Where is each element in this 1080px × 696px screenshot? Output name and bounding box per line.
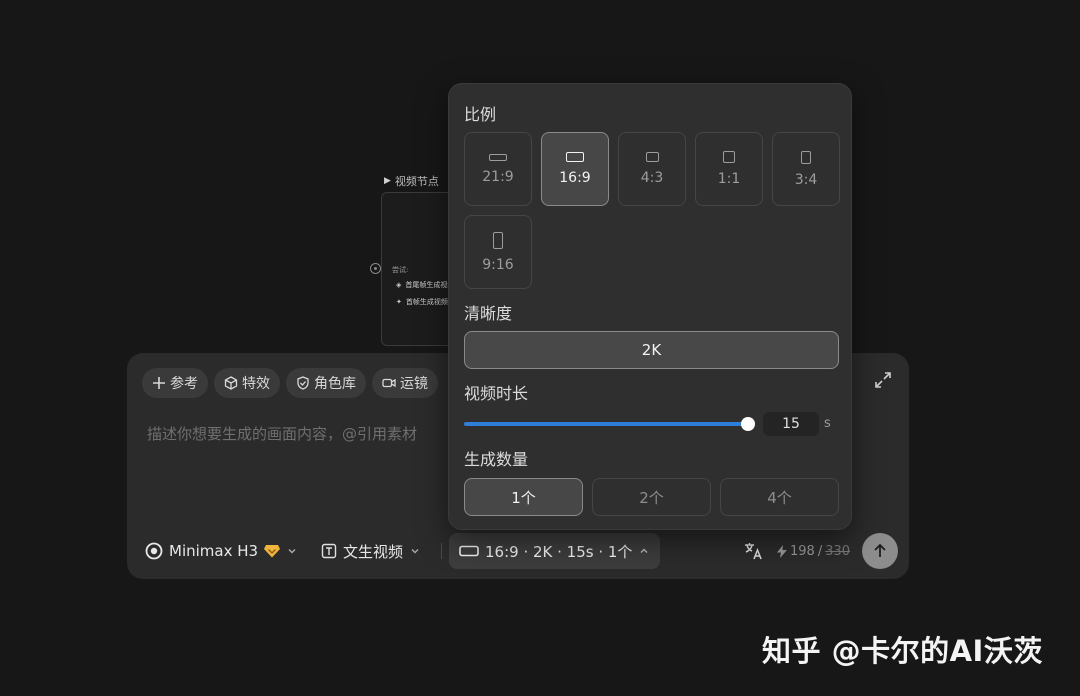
expand-icon[interactable]: [873, 370, 893, 390]
canvas: ▶ 视频节点 尝试: ◈ 首尾帧生成视频 ✦ 首帧生成视频 参考 特效 角色库 …: [0, 0, 1080, 696]
count-option-2[interactable]: 2个: [592, 478, 711, 516]
duration-slider-fill: [464, 422, 748, 426]
credits-cost: 198: [790, 543, 815, 559]
ratio-option-4-3[interactable]: 4:3: [618, 132, 686, 206]
play-icon: ▶: [384, 176, 391, 186]
model-logo-icon: [145, 542, 163, 560]
prompt-input[interactable]: 描述你想要生成的画面内容，@引用素材: [147, 423, 417, 444]
premium-badge-icon: [264, 545, 281, 558]
ratio-option-3-4[interactable]: 3:4: [772, 132, 840, 206]
camera-motion-chip-label: 运镜: [400, 376, 428, 392]
chip-row: 参考 特效 角色库 运镜: [142, 368, 438, 398]
ratio-option-label: 3:4: [794, 171, 818, 188]
character-library-chip-label: 角色库: [314, 376, 356, 392]
ratio-16-9-icon: [566, 152, 584, 162]
ratio-option-1-1[interactable]: 1:1: [695, 132, 763, 206]
aspect-ratio-icon: [459, 545, 479, 557]
node-input-port[interactable]: [370, 263, 381, 274]
generation-params-select[interactable]: 16:9 · 2K · 15s · 1个: [449, 533, 661, 569]
count-option-4[interactable]: 4个: [720, 478, 839, 516]
ratio-option-16-9[interactable]: 16:9: [541, 132, 609, 206]
chevron-down-icon: [411, 549, 419, 554]
lightning-icon: [777, 544, 787, 558]
video-node-title[interactable]: ▶ 视频节点: [384, 173, 439, 189]
node-option-first[interactable]: ✦ 首帧生成视频: [396, 297, 448, 307]
mode-select[interactable]: 文生视频: [321, 533, 421, 569]
prompt-toolbar: Minimax H3 文生视频 16:9 · 2K · 15s · 1个 198…: [127, 533, 909, 569]
send-button[interactable]: [862, 533, 898, 569]
mode-name: 文生视频: [343, 542, 404, 561]
watermark: 知乎 @卡尔的AI沃茨: [762, 634, 1043, 668]
reference-chip-label: 参考: [170, 376, 198, 392]
ratio-option-21-9[interactable]: 21:9: [464, 132, 532, 206]
plus-icon: [153, 377, 165, 389]
duration-section-title: 视频时长: [464, 384, 529, 403]
ratio-3-4-icon: [801, 150, 811, 164]
arrow-up-icon: [874, 543, 886, 557]
ratio-option-label: 1:1: [717, 171, 741, 187]
count-option-1[interactable]: 1个: [464, 478, 583, 516]
credits-original: 330: [825, 543, 851, 559]
text-box-icon: [321, 543, 337, 559]
generation-settings-popover: 比例 21:9 16:9 4:3 1:1 3:4 9:16 清晰度 2K 视频时…: [448, 83, 852, 530]
video-node-title-label: 视频节点: [394, 175, 439, 188]
sparkle-icon: ✦: [396, 298, 402, 306]
ratio-option-label: 4:3: [640, 170, 664, 186]
effects-chip[interactable]: 特效: [214, 368, 280, 398]
chevron-down-icon: [288, 549, 296, 554]
credits-display: 198 / 330: [777, 533, 850, 569]
ratio-1-1-icon: [723, 151, 735, 163]
ratio-option-label: 21:9: [482, 168, 514, 185]
cube-icon: [224, 376, 238, 390]
node-option-first-last[interactable]: ◈ 首尾帧生成视频: [396, 280, 454, 290]
layers-icon: ◈: [396, 281, 402, 289]
node-hint: 尝试:: [392, 266, 409, 274]
reference-chip[interactable]: 参考: [142, 368, 208, 398]
ratio-option-label: 16:9: [559, 170, 591, 186]
duration-input[interactable]: 15: [763, 412, 819, 436]
ratio-option-9-16[interactable]: 9:16: [464, 215, 532, 289]
ratio-9-16-icon: [493, 231, 503, 249]
toolbar-divider: [441, 543, 442, 559]
translate-icon[interactable]: [743, 541, 763, 561]
model-select[interactable]: Minimax H3: [145, 533, 298, 569]
model-name: Minimax H3: [169, 542, 259, 560]
shield-check-icon: [297, 376, 309, 390]
resolution-option-2k[interactable]: 2K: [464, 331, 839, 369]
resolution-section-title: 清晰度: [464, 304, 513, 323]
node-option-label: 首帧生成视频: [405, 298, 448, 306]
camera-motion-chip[interactable]: 运镜: [372, 368, 438, 398]
duration-slider-thumb[interactable]: [741, 417, 755, 431]
effects-chip-label: 特效: [242, 376, 270, 392]
params-summary: 16:9 · 2K · 15s · 1个: [485, 542, 633, 561]
ratio-21-9-icon: [489, 153, 507, 161]
ratio-section-title: 比例: [464, 105, 497, 124]
character-library-chip[interactable]: 角色库: [286, 368, 366, 398]
video-camera-icon: [382, 378, 396, 388]
count-section-title: 生成数量: [464, 450, 529, 469]
chevron-up-icon: [640, 548, 648, 553]
credits-separator: /: [817, 543, 823, 559]
duration-unit: s: [824, 416, 831, 431]
ratio-option-label: 9:16: [482, 256, 514, 273]
duration-slider[interactable]: [464, 417, 755, 431]
ratio-4-3-icon: [645, 152, 659, 162]
